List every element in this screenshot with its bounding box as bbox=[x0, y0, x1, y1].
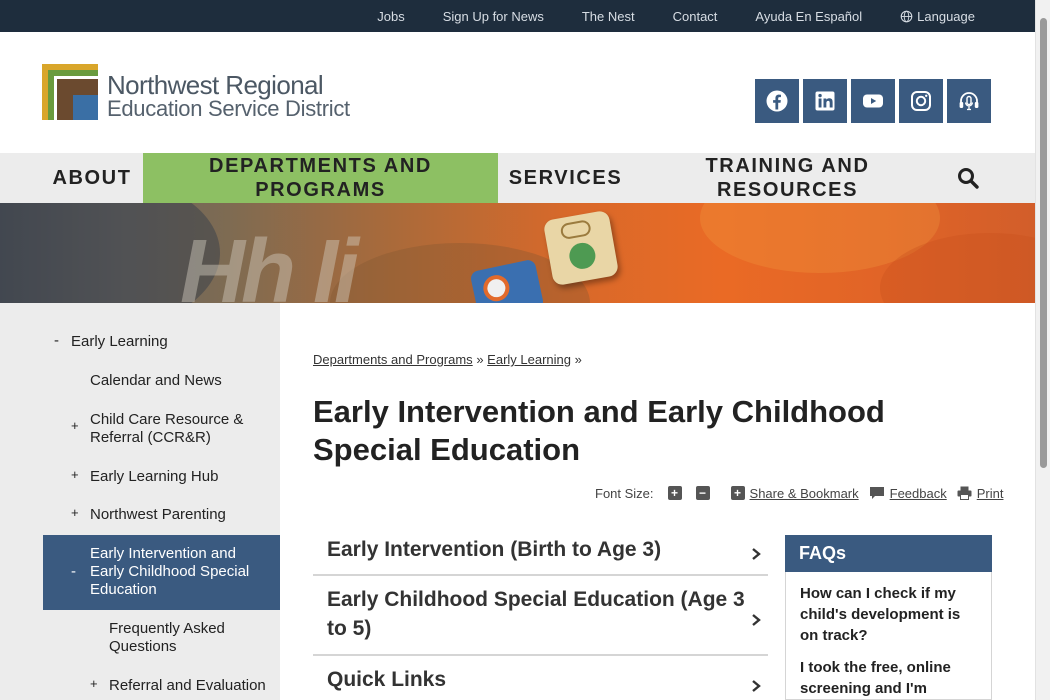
nav-about[interactable]: ABOUT bbox=[42, 153, 142, 203]
breadcrumb: Departments and Programs » Early Learnin… bbox=[313, 352, 582, 367]
accordion-label: Early Childhood Special Education (Age 3… bbox=[327, 588, 745, 640]
feedback-link[interactable]: Feedback bbox=[890, 486, 947, 501]
sidebar-item-northwest-parenting[interactable]: Northwest Parenting bbox=[90, 506, 270, 524]
sidebar-toggle-early-learning[interactable]: - bbox=[54, 332, 59, 349]
utility-bar: Jobs Sign Up for News The Nest Contact A… bbox=[0, 0, 1035, 32]
toy-block-icon bbox=[542, 209, 620, 287]
utility-link-the-nest[interactable]: The Nest bbox=[582, 9, 635, 24]
section-sidebar: - Early Learning Calendar and News + Chi… bbox=[0, 303, 280, 700]
utility-link-contact[interactable]: Contact bbox=[673, 9, 718, 24]
breadcrumb-early-learning[interactable]: Early Learning bbox=[487, 352, 571, 367]
facebook-button[interactable] bbox=[755, 79, 799, 123]
instagram-icon bbox=[911, 91, 931, 111]
sidebar-item-early-learning-hub[interactable]: Early Learning Hub bbox=[90, 468, 270, 486]
nav-departments-and-programs[interactable]: DEPARTMENTS AND PROGRAMS bbox=[143, 153, 498, 203]
sidebar-item-ccrr[interactable]: Child Care Resource & Referral (CCR&R) bbox=[90, 411, 270, 447]
sidebar-item-faq[interactable]: Frequently Asked Questions bbox=[109, 620, 269, 656]
accordion-label: Early Intervention (Birth to Age 3) bbox=[327, 538, 662, 561]
sidebar-toggle-early-learning-hub[interactable]: + bbox=[71, 467, 79, 482]
podcast-icon bbox=[959, 92, 979, 111]
sidebar-item-early-intervention-ecse[interactable]: Early Intervention and Early Childhood S… bbox=[90, 545, 270, 599]
youtube-button[interactable] bbox=[851, 79, 895, 123]
font-increase-icon[interactable]: + bbox=[667, 486, 682, 500]
logo-line-1: Northwest Regional bbox=[107, 70, 324, 100]
accordion-quick-links[interactable]: Quick Links bbox=[313, 656, 768, 700]
print-link[interactable]: Print bbox=[977, 486, 1004, 501]
font-size-label: Font Size: bbox=[595, 485, 654, 501]
utility-link-jobs[interactable]: Jobs bbox=[377, 9, 404, 24]
utility-link-news-signup[interactable]: Sign Up for News bbox=[443, 9, 544, 24]
linkedin-icon bbox=[815, 91, 835, 111]
logo-text: Northwest Regional Education Service Dis… bbox=[107, 70, 350, 121]
site-header: Northwest Regional Education Service Dis… bbox=[0, 32, 1035, 153]
main-navigation: ABOUT DEPARTMENTS AND PROGRAMS SERVICES … bbox=[0, 153, 1035, 203]
page-tools: Font Size: + − + Share & Bookmark Feedba… bbox=[595, 484, 1003, 502]
podcast-button[interactable] bbox=[947, 79, 991, 123]
sidebar-toggle-early-intervention[interactable]: - bbox=[71, 563, 76, 580]
breadcrumb-separator: » bbox=[476, 352, 484, 367]
hero-letters: Hh Ii bbox=[180, 222, 359, 303]
social-links bbox=[755, 79, 995, 123]
globe-icon bbox=[900, 10, 913, 22]
font-decrease-icon[interactable]: − bbox=[695, 486, 710, 500]
page-title: Early Intervention and Early Childhood S… bbox=[313, 394, 885, 467]
utility-link-espanol[interactable]: Ayuda En Español bbox=[755, 9, 862, 24]
chevron-right-icon bbox=[752, 614, 761, 626]
accordion-label: Quick Links bbox=[327, 668, 447, 691]
breadcrumb-separator-end: » bbox=[574, 352, 582, 367]
logo-mark-icon bbox=[42, 64, 98, 120]
share-plus-icon: + bbox=[730, 486, 745, 500]
feedback-icon bbox=[869, 487, 884, 499]
nav-training-and-resources[interactable]: TRAINING AND RESOURCES bbox=[680, 153, 895, 203]
faq-question[interactable]: How can I check if my child's developmen… bbox=[800, 583, 980, 646]
sidebar-item-calendar-and-news[interactable]: Calendar and News bbox=[90, 372, 270, 390]
nav-services[interactable]: SERVICES bbox=[498, 153, 633, 203]
sidebar-item-referral-and-evaluation[interactable]: Referral and Evaluation bbox=[109, 677, 274, 695]
language-selector[interactable]: Language bbox=[900, 9, 975, 24]
site-logo[interactable]: Northwest Regional Education Service Dis… bbox=[42, 64, 350, 120]
faq-question[interactable]: I took the free, online screening and I'… bbox=[800, 657, 980, 699]
instagram-button[interactable] bbox=[899, 79, 943, 123]
chevron-right-icon bbox=[752, 548, 761, 560]
sidebar-toggle-northwest-parenting[interactable]: + bbox=[71, 505, 79, 520]
logo-line-2: Education Service District bbox=[107, 96, 350, 121]
breadcrumb-departments[interactable]: Departments and Programs bbox=[313, 352, 473, 367]
utility-links: Jobs Sign Up for News The Nest Contact A… bbox=[377, 0, 975, 32]
search-icon bbox=[958, 168, 979, 189]
facebook-icon bbox=[766, 90, 788, 112]
sidebar-toggle-referral-evaluation[interactable]: + bbox=[90, 676, 98, 691]
linkedin-button[interactable] bbox=[803, 79, 847, 123]
hero-banner-image: Hh Ii bbox=[0, 203, 1035, 303]
page: Jobs Sign Up for News The Nest Contact A… bbox=[0, 0, 1050, 700]
sidebar-toggle-ccrr[interactable]: + bbox=[71, 418, 79, 433]
sidebar-item-early-learning[interactable]: Early Learning bbox=[71, 333, 271, 351]
accordion-early-intervention[interactable]: Early Intervention (Birth to Age 3) bbox=[313, 531, 768, 576]
print-icon bbox=[957, 486, 972, 500]
page-scrollbar[interactable] bbox=[1035, 0, 1050, 700]
language-label: Language bbox=[917, 8, 975, 24]
youtube-icon bbox=[863, 94, 883, 108]
search-button[interactable] bbox=[948, 153, 988, 203]
share-bookmark-link[interactable]: Share & Bookmark bbox=[750, 486, 859, 501]
scrollbar-thumb[interactable] bbox=[1040, 18, 1047, 468]
chevron-right-icon bbox=[752, 680, 761, 692]
accordion-ecse[interactable]: Early Childhood Special Education (Age 3… bbox=[313, 576, 768, 656]
faqs-heading: FAQs bbox=[785, 535, 992, 572]
